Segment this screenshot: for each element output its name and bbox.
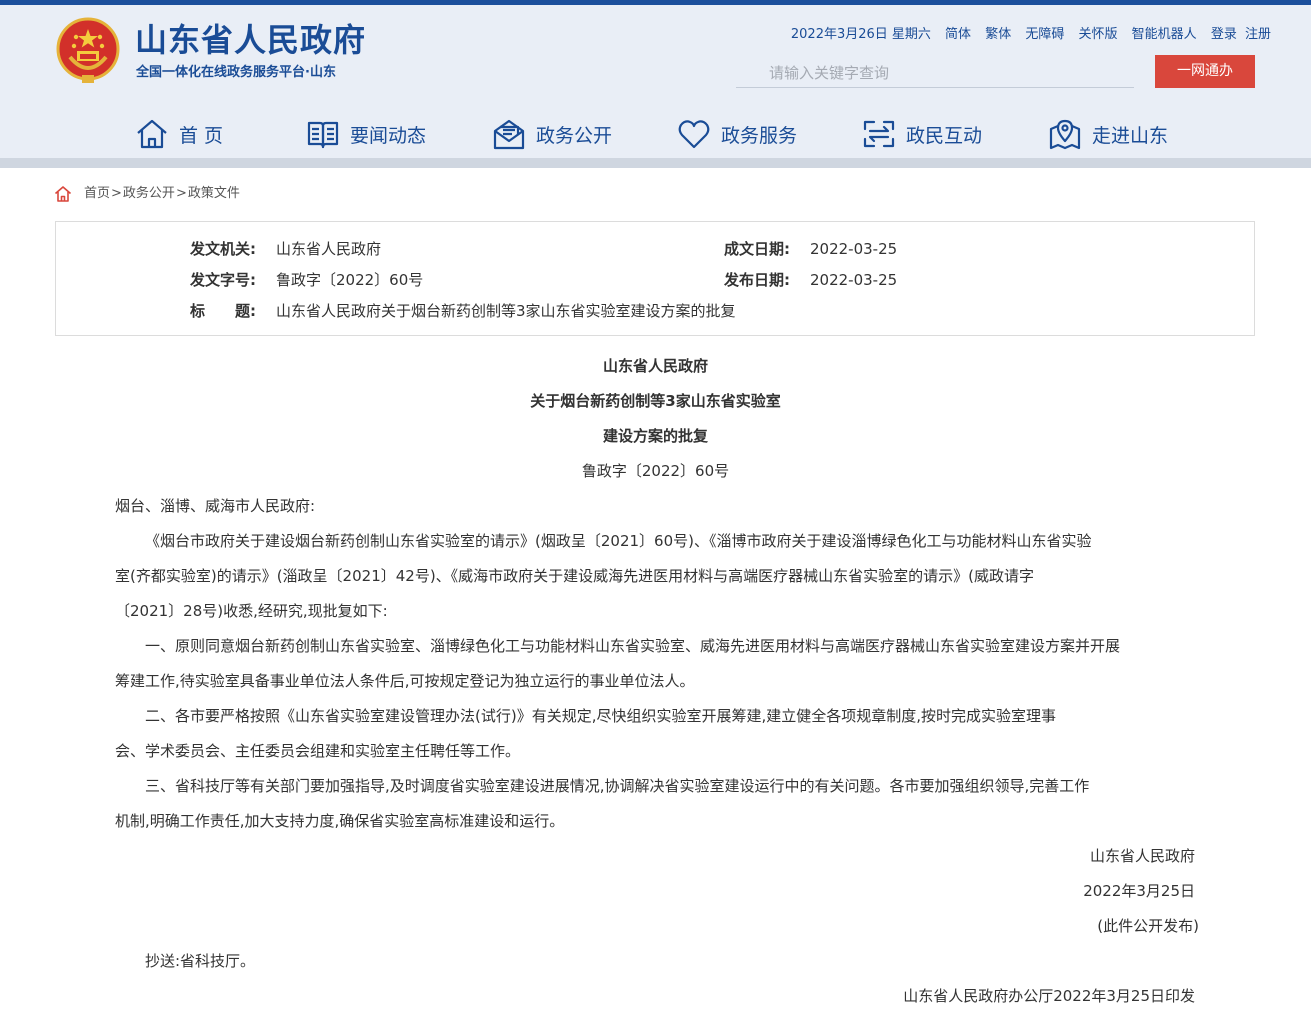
doc-paragraph-line: 〔2021〕28号)收悉,经研究,现批复如下:	[115, 602, 388, 620]
doc-number: 鲁政字〔2022〕60号	[581, 462, 730, 480]
nav-item-home[interactable]: 首 页	[135, 112, 223, 156]
breadcrumb-policy-docs[interactable]: 政策文件	[188, 185, 240, 203]
link-register[interactable]: 注册	[1245, 27, 1271, 42]
doc-heading-line: 建设方案的批复	[602, 427, 708, 445]
link-simplified[interactable]: 简体	[945, 27, 971, 42]
link-robot[interactable]: 智能机器人	[1132, 27, 1197, 42]
link-care-mode[interactable]: 关怀版	[1079, 27, 1118, 42]
nav-item-interaction[interactable]: 政民互动	[862, 112, 982, 156]
site-header: 山东省人民政府 全国一体化在线政务服务平台·山东 2022年3月26日 星期六 …	[0, 0, 1311, 168]
meta-doc-no-label: 发文字号:	[190, 271, 256, 289]
doc-signature: 山东省人民政府	[1089, 847, 1195, 865]
meta-published-label: 发布日期:	[724, 271, 790, 289]
link-login[interactable]: 登录	[1211, 27, 1237, 42]
home-icon	[137, 119, 167, 149]
doc-paragraph-line: 筹建工作,待实验室具备事业单位法人条件后,可按规定登记为独立运行的事业单位法人。	[115, 672, 695, 690]
breadcrumb-home[interactable]: 首页	[84, 185, 110, 203]
mail-icon	[493, 119, 525, 150]
nav-label-services: 政务服务	[721, 124, 798, 147]
doc-paragraph-line: 机制,明确工作责任,加大支持力度,确保省实验室高标准建设和运行。	[115, 812, 565, 830]
meta-created: 成文日期: 2022-03-25	[724, 239, 897, 259]
meta-title-value: 山东省人民政府关于烟台新药创制等3家山东省实验室建设方案的批复	[276, 302, 736, 320]
doc-paragraph-line: 《烟台市政府关于建设烟台新药创制山东省实验室的请示》(烟政呈〔2021〕60号)…	[145, 532, 1092, 550]
search-input[interactable]	[736, 58, 1134, 88]
nav-label-about: 走进山东	[1092, 124, 1169, 147]
doc-publish-note: (此件公开发布)	[1097, 917, 1199, 935]
meta-issuer: 发文机关: 山东省人民政府	[190, 239, 381, 259]
national-emblem-icon	[56, 17, 120, 83]
meta-created-label: 成文日期:	[724, 240, 790, 258]
meta-issuer-value: 山东省人民政府	[276, 240, 382, 258]
breadcrumb: 首页 > 政务公开 > 政策文件	[54, 185, 240, 203]
link-accessibility[interactable]: 无障碍	[1025, 27, 1064, 42]
site-title[interactable]: 山东省人民政府	[135, 20, 366, 60]
header-top-bar	[0, 0, 1311, 5]
nav-item-services[interactable]: 政务服务	[677, 112, 797, 156]
breadcrumb-open-gov[interactable]: 政务公开	[123, 185, 175, 203]
exchange-icon	[863, 120, 895, 148]
doc-paragraph-line: 三、省科技厅等有关部门要加强指导,及时调度省实验室建设进展情况,协调解决省实验室…	[145, 777, 1090, 795]
doc-paragraph-line: 一、原则同意烟台新药创制山东省实验室、淄博绿色化工与功能材料山东省实验室、威海先…	[145, 637, 1121, 655]
home-icon[interactable]	[54, 185, 72, 203]
doc-addressee: 烟台、淄博、威海市人民政府:	[115, 497, 316, 515]
main-nav: 首 页 要闻动态 政务公开 政务服务 政民互动 走进山东	[0, 112, 1311, 156]
book-icon	[307, 121, 339, 149]
doc-paragraph-line: 室(齐都实验室)的请示》(淄政呈〔2021〕42号)、《威海市政府关于建设威海先…	[115, 567, 1035, 585]
meta-doc-no-value: 鲁政字〔2022〕60号	[276, 271, 424, 289]
doc-cc: 抄送:省科技厅。	[145, 952, 256, 970]
link-traditional[interactable]: 繁体	[985, 27, 1011, 42]
top-links: 2022年3月26日 星期六 简体 繁体 无障碍 关怀版 智能机器人 登录 注册	[791, 26, 1271, 44]
doc-paragraph-line: 二、各市要严格按照《山东省实验室建设管理办法(试行)》有关规定,尽快组织实验室开…	[145, 707, 1057, 725]
meta-title: 标 题: 山东省人民政府关于烟台新药创制等3家山东省实验室建设方案的批复	[190, 301, 736, 321]
meta-title-label: 标 题:	[190, 302, 256, 320]
nav-label-interaction: 政民互动	[906, 124, 983, 147]
doc-printed-by: 山东省人民政府办公厅2022年3月25日印发	[903, 987, 1195, 1005]
breadcrumb-separator: >	[175, 186, 187, 201]
document-meta-box: 发文机关: 山东省人民政府 成文日期: 2022-03-25 发文字号: 鲁政字〔20…	[55, 221, 1255, 336]
nav-label-open-gov: 政务公开	[536, 124, 613, 147]
doc-paragraph-line: 会、学术委员会、主任委员会组建和实验室主任聘任等工作。	[115, 742, 521, 760]
breadcrumb-separator: >	[111, 186, 122, 201]
site-subtitle[interactable]: 全国一体化在线政务服务平台·山东	[136, 64, 336, 82]
nav-item-open-gov[interactable]: 政务公开	[492, 112, 612, 156]
meta-published: 发布日期: 2022-03-25	[724, 270, 897, 290]
doc-heading-line: 关于烟台新药创制等3家山东省实验室	[530, 392, 781, 410]
location-icon	[1049, 119, 1081, 150]
meta-created-value: 2022-03-25	[810, 240, 898, 258]
nav-label-home: 首 页	[179, 124, 224, 147]
heart-icon	[678, 120, 710, 149]
meta-issuer-label: 发文机关:	[190, 240, 256, 258]
doc-heading-line: 山东省人民政府	[602, 357, 708, 375]
meta-published-value: 2022-03-25	[810, 271, 898, 289]
one-network-button[interactable]: 一网通办	[1155, 55, 1255, 88]
current-date: 2022年3月26日 星期六	[790, 27, 931, 42]
header-bottom-bar	[0, 158, 1311, 168]
nav-item-about[interactable]: 走进山东	[1048, 112, 1168, 156]
nav-item-news[interactable]: 要闻动态	[306, 112, 426, 156]
doc-sign-date: 2022年3月25日	[1083, 882, 1195, 900]
nav-label-news: 要闻动态	[350, 124, 427, 147]
meta-doc-no: 发文字号: 鲁政字〔2022〕60号	[190, 270, 423, 290]
